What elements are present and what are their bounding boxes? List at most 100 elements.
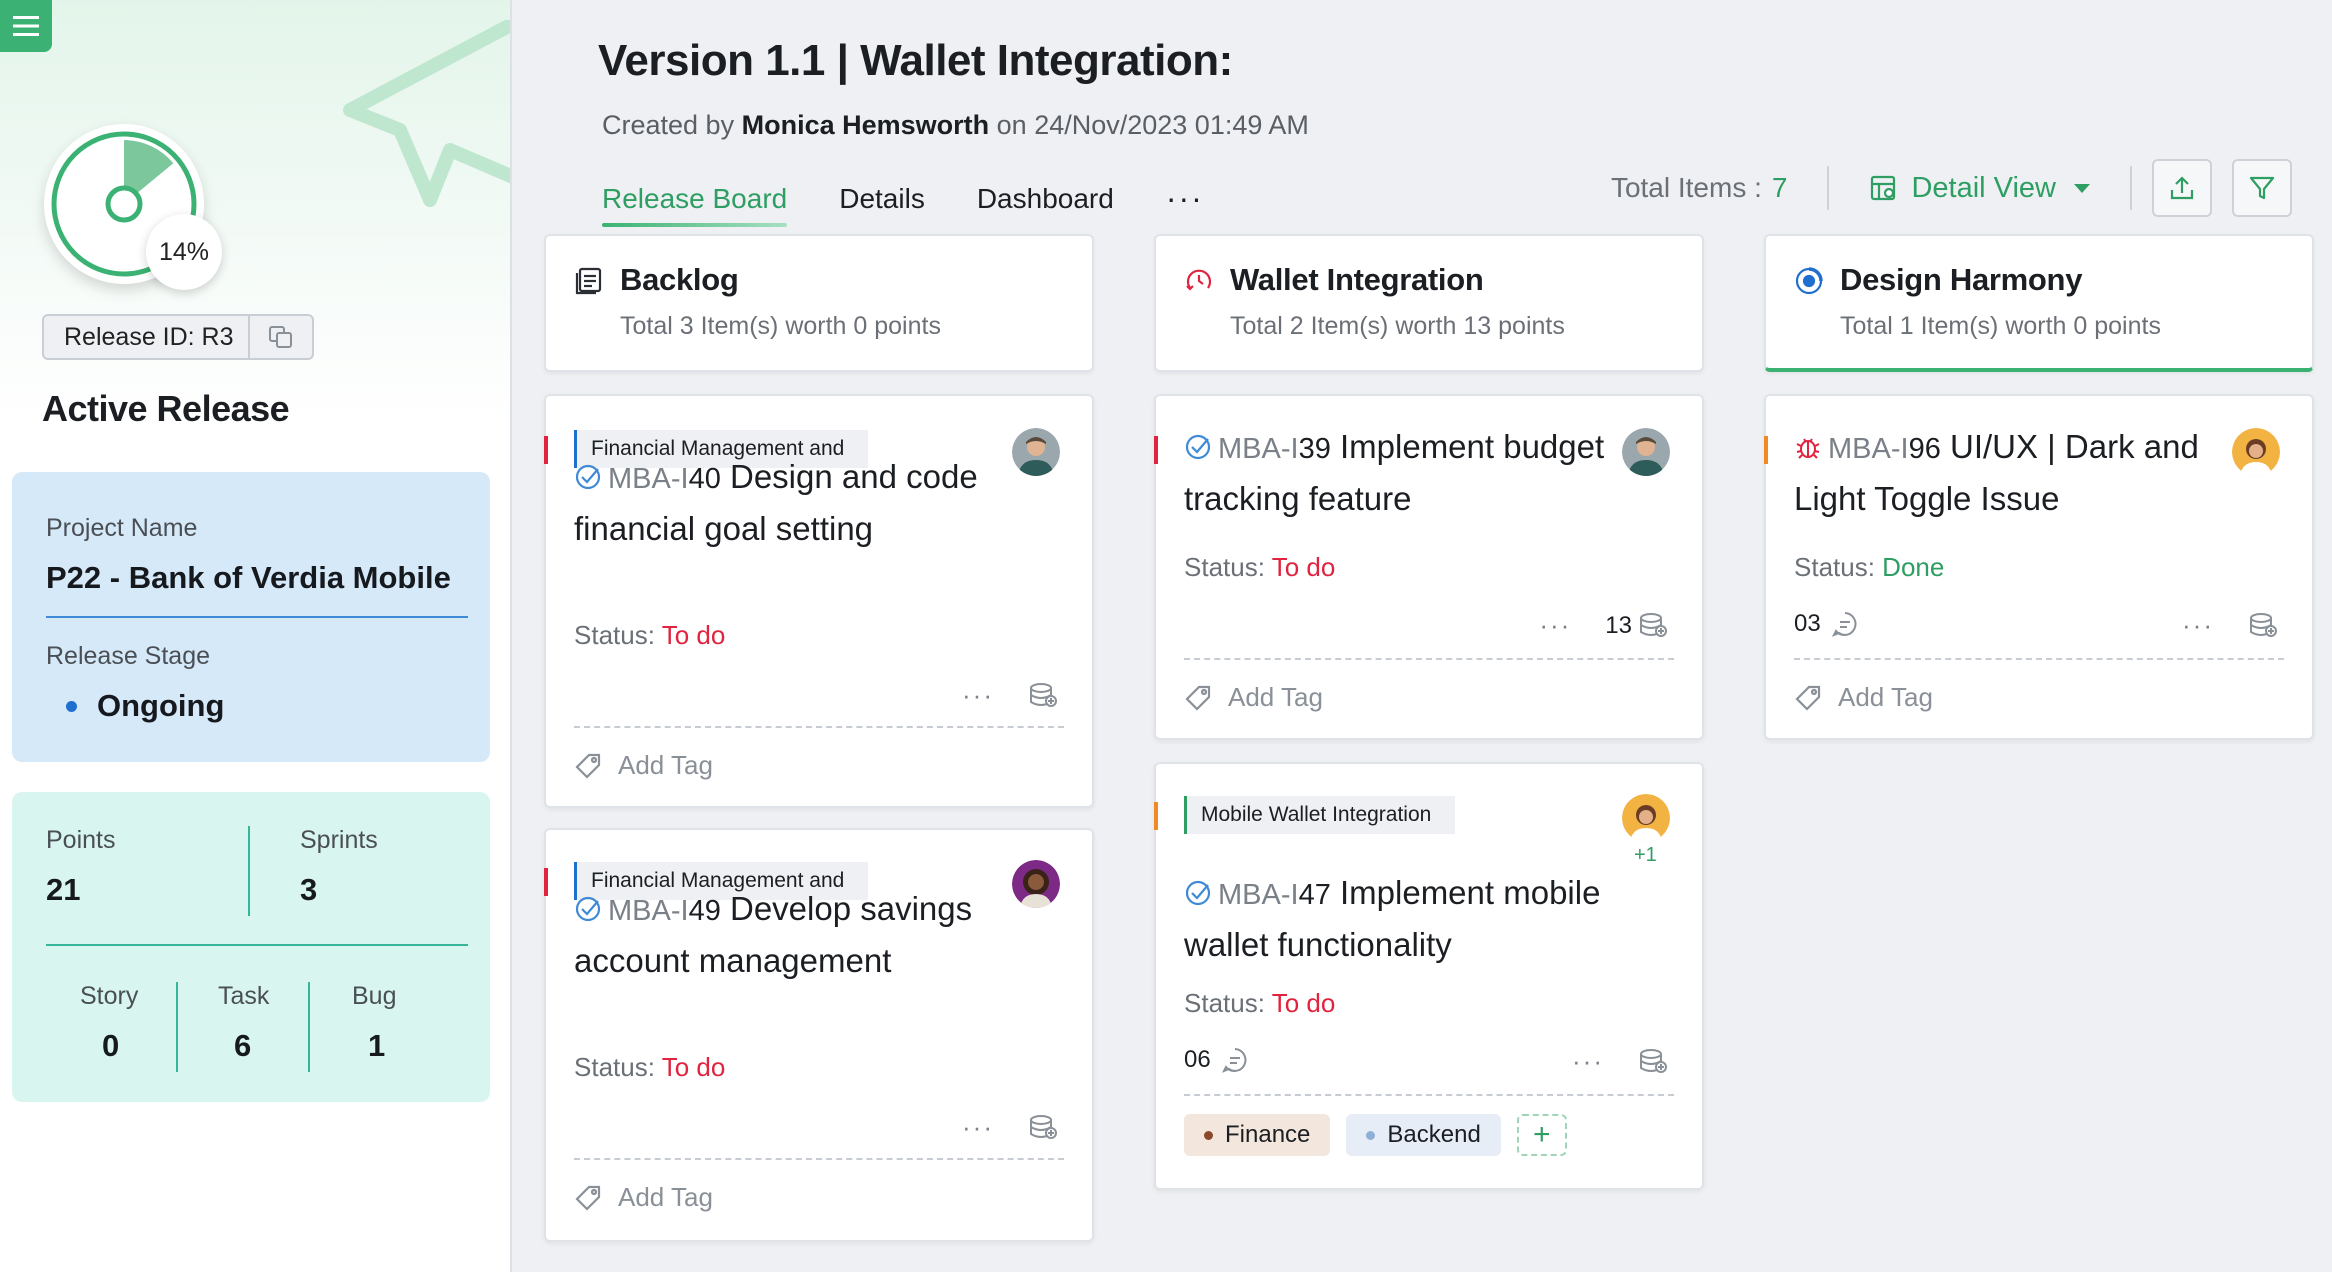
work-item-title[interactable]: MBA-I39 Implement budget tracking featur… — [1184, 422, 1614, 524]
filter-icon — [2249, 176, 2275, 200]
board-column-design-harmony: Design Harmony Total 1 Item(s) worth 0 p… — [1764, 234, 2314, 372]
release-id-field: Release ID: R3 — [42, 314, 314, 360]
status-value[interactable]: To do — [662, 1052, 726, 1082]
release-stage-label: Release Stage — [46, 642, 211, 670]
comments-count[interactable]: 03 — [1794, 610, 1859, 638]
tag-icon — [1185, 685, 1211, 711]
toolbar-divider — [1827, 166, 1830, 210]
project-name-value[interactable]: P22 - Bank of Verdia Mobile — [46, 560, 451, 596]
add-tag-link[interactable]: Add Tag — [1184, 682, 1323, 713]
status-value[interactable]: To do — [1272, 988, 1336, 1018]
add-tag-link[interactable]: Add Tag — [574, 1182, 713, 1213]
author-name[interactable]: Monica Hemsworth — [742, 110, 990, 140]
view-selector-dropdown[interactable]: Detail View — [1869, 172, 2090, 205]
more-options-icon[interactable]: ··· — [1539, 610, 1571, 641]
stats-divider-horizontal — [46, 944, 468, 946]
assignee-avatar[interactable] — [1622, 794, 1670, 842]
status-label: Status: — [574, 1052, 655, 1082]
task-check-icon — [575, 464, 601, 490]
priority-indicator — [544, 868, 548, 896]
item-meta: ··· — [962, 680, 1058, 711]
comment-icon — [1831, 612, 1857, 637]
tag-icon — [575, 1185, 601, 1211]
column-header: Backlog Total 3 Item(s) worth 0 points — [544, 234, 1094, 372]
release-stats-panel: Points 21 Sprints 3 Story 0 Task 6 Bug 1 — [12, 792, 490, 1102]
stage-dot — [66, 700, 77, 712]
priority-indicator — [1154, 802, 1158, 830]
item-status: Status: To do — [574, 620, 725, 651]
tag-chip[interactable]: Finance — [1184, 1114, 1331, 1156]
work-item-card[interactable]: Financial Management and MBA-I49 Develop… — [544, 828, 1094, 1242]
story-points-icon[interactable] — [2248, 612, 2278, 640]
extra-assignees-count[interactable]: +1 — [1634, 844, 1657, 867]
more-options-icon[interactable]: ··· — [2182, 610, 2214, 641]
story-label: Story — [80, 982, 139, 1010]
work-item-card[interactable]: Mobile Wallet Integration +1 MBA-I47 Imp… — [1154, 762, 1704, 1190]
add-tag-link[interactable]: Add Tag — [1794, 682, 1933, 713]
created-prefix: Created by — [602, 110, 735, 140]
item-key-prefix: MBA-I — [1828, 433, 1909, 465]
points-value: 21 — [46, 872, 81, 907]
status-label: Status: — [574, 620, 655, 650]
item-key-prefix: MBA-I — [608, 895, 689, 927]
detail-view-icon — [1871, 175, 1896, 201]
status-label: Status: — [1184, 552, 1265, 582]
status-value[interactable]: To do — [1272, 552, 1336, 582]
story-points-count: 13 — [1605, 611, 1632, 639]
story-points-icon[interactable] — [1638, 1048, 1668, 1076]
copy-icon — [269, 326, 292, 348]
add-tag-label: Add Tag — [1838, 682, 1933, 712]
work-item-card[interactable]: MBA-I96 UI/UX | Dark and Light Toggle Is… — [1764, 394, 2314, 740]
tag-chip[interactable]: Backend — [1346, 1114, 1501, 1156]
tag-list: Finance Backend + — [1184, 1114, 1567, 1156]
item-status: Status: To do — [1184, 552, 1335, 583]
story-value: 0 — [102, 1028, 120, 1063]
tag-icon — [575, 753, 601, 779]
work-item-card[interactable]: MBA-I39 Implement budget tracking featur… — [1154, 394, 1704, 740]
assignee-avatar[interactable] — [2232, 428, 2280, 476]
more-options-icon[interactable]: ··· — [962, 680, 994, 711]
total-items-count: 7 — [1771, 172, 1788, 203]
story-points-icon[interactable] — [1638, 612, 1668, 640]
more-options-icon[interactable]: ··· — [962, 1112, 994, 1143]
filter-button[interactable] — [2232, 159, 2292, 217]
column-summary: Total 2 Item(s) worth 13 points — [1230, 312, 1565, 340]
item-meta: ··· — [2182, 610, 2278, 641]
created-by-line: Created by Monica Hemsworth on 24/Nov/20… — [602, 110, 1309, 141]
release-tabs: Release Board Details Dashboard ··· — [602, 180, 1204, 227]
add-tag-button[interactable]: + — [1516, 1114, 1567, 1156]
work-item-card[interactable]: Financial Management and MBA-I40 Design … — [544, 394, 1094, 808]
add-tag-link[interactable]: Add Tag — [574, 750, 713, 781]
item-meta: ··· — [962, 1112, 1058, 1143]
copy-release-id-button[interactable] — [250, 325, 312, 349]
comments-count[interactable]: 06 — [1184, 1046, 1249, 1074]
item-key-number: 96 — [1908, 433, 1941, 465]
story-points-icon[interactable] — [1028, 1114, 1058, 1142]
status-value[interactable]: Done — [1882, 552, 1944, 582]
toolbar-divider-2 — [2130, 166, 2132, 210]
tab-release-board[interactable]: Release Board — [602, 183, 788, 227]
tab-details[interactable]: Details — [839, 183, 925, 215]
tab-dashboard[interactable]: Dashboard — [977, 183, 1114, 215]
column-header: Wallet Integration Total 2 Item(s) worth… — [1154, 234, 1704, 372]
release-id-label: Release ID: R3 — [44, 316, 250, 358]
card-divider — [1184, 658, 1674, 660]
add-tag-label: Add Tag — [618, 1182, 713, 1212]
work-item-title[interactable]: MBA-I40 Design and code financial goal s… — [574, 452, 1064, 554]
assignee-avatar[interactable] — [1622, 428, 1670, 476]
tabs-more-button[interactable]: ··· — [1166, 180, 1204, 217]
project-name-label: Project Name — [46, 514, 198, 542]
more-options-icon[interactable]: ··· — [1572, 1046, 1604, 1077]
column-title: Design Harmony — [1840, 262, 2083, 297]
status-value[interactable]: To do — [662, 620, 726, 650]
export-button[interactable] — [2152, 159, 2212, 217]
work-item-title[interactable]: MBA-I47 Implement mobile wallet function… — [1184, 868, 1624, 970]
column-summary: Total 1 Item(s) worth 0 points — [1840, 312, 2161, 340]
avatar-woman-icon — [2232, 428, 2280, 476]
epic-label[interactable]: Mobile Wallet Integration — [1184, 796, 1456, 834]
menu-button[interactable] — [0, 0, 52, 52]
item-key-prefix: MBA-I — [1218, 433, 1299, 465]
story-points-icon[interactable] — [1028, 682, 1058, 710]
work-item-title[interactable]: MBA-I96 UI/UX | Dark and Light Toggle Is… — [1794, 422, 2224, 524]
work-item-title[interactable]: MBA-I49 Develop savings account manageme… — [574, 884, 1064, 986]
